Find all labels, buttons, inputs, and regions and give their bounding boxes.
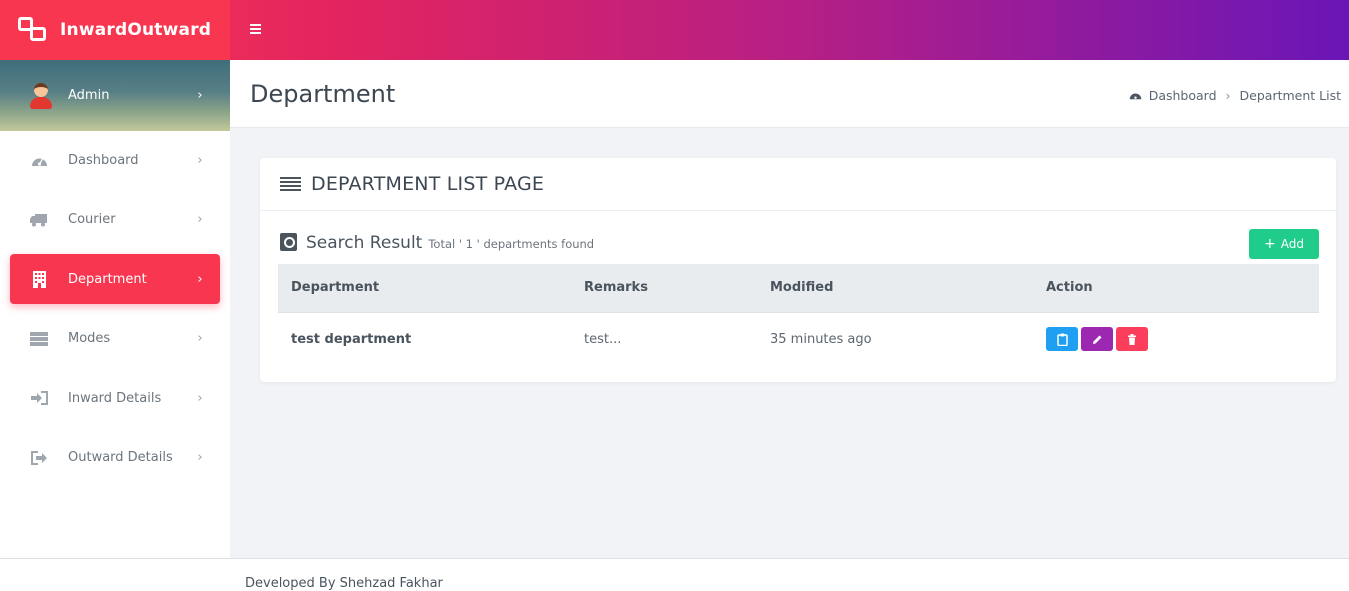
logo-icon [18, 17, 48, 43]
user-panel[interactable]: Admin › [0, 60, 230, 131]
table-header-row: Department Remarks Modified Action [278, 264, 1319, 312]
cell-department: test department [291, 331, 412, 347]
view-button[interactable] [1046, 327, 1078, 352]
column-header-action: Action [1046, 280, 1093, 296]
chevron-right-icon: › [197, 331, 203, 346]
column-header-remarks: Remarks [584, 280, 648, 296]
breadcrumb-separator-icon: › [1225, 88, 1231, 103]
sidebar-nav: Dashboard › Courier › Department › Modes… [0, 135, 230, 483]
content-header: Department Dashboard › Department List [230, 60, 1349, 128]
search-result-title: Search Result [306, 233, 423, 253]
truck-icon [30, 211, 48, 229]
top-navbar: InwardOutward [0, 0, 1349, 60]
column-header-modified: Modified [770, 280, 834, 296]
table-row: test department test... 35 minutes ago [278, 312, 1319, 366]
dashboard-icon [1129, 89, 1142, 103]
edit-button[interactable] [1081, 327, 1113, 352]
dashboard-icon [30, 151, 48, 169]
cell-modified: 35 minutes ago [770, 331, 872, 347]
sidebar-item-modes[interactable]: Modes › [10, 314, 220, 364]
add-button[interactable]: + Add [1249, 229, 1319, 259]
row-actions [1046, 327, 1319, 352]
column-header-department: Department [291, 280, 380, 296]
sign-in-icon [30, 389, 48, 407]
sidebar-item-label: Inward Details [68, 390, 162, 406]
breadcrumb-home-link[interactable]: Dashboard [1149, 88, 1217, 103]
sidebar-item-label: Dashboard [68, 152, 139, 168]
pencil-icon [1092, 335, 1101, 344]
clipboard-icon [1056, 333, 1068, 346]
plus-icon: + [1264, 236, 1276, 252]
add-button-label: Add [1280, 237, 1304, 251]
sidebar: Admin › Dashboard › Courier › Department… [0, 60, 230, 558]
building-icon [30, 270, 48, 288]
sidebar-item-courier[interactable]: Courier › [10, 195, 220, 245]
footer: Developed By Shehzad Fakhar [0, 558, 1349, 591]
sidebar-item-label: Outward Details [68, 450, 173, 465]
chevron-right-icon: › [197, 390, 203, 406]
chevron-right-icon: › [197, 271, 203, 287]
card-header: DEPARTMENT LIST PAGE [260, 158, 1336, 211]
trash-icon [1128, 333, 1136, 345]
brand[interactable]: InwardOutward [0, 0, 230, 60]
search-result-heading: Search Result Total ' 1 ' departments fo… [280, 230, 594, 253]
sidebar-item-label: Courier [68, 212, 116, 227]
sidebar-item-inward-details[interactable]: Inward Details › [10, 373, 220, 423]
department-list-card: DEPARTMENT LIST PAGE Search Result Total… [260, 158, 1336, 382]
sidebar-item-label: Modes [68, 331, 111, 346]
sidebar-item-dashboard[interactable]: Dashboard › [10, 135, 220, 185]
list-icon [280, 176, 301, 192]
chevron-right-icon: › [197, 212, 203, 227]
search-result-count: Total ' 1 ' departments found [428, 237, 595, 251]
sign-out-icon [30, 449, 48, 467]
server-icon [30, 330, 48, 348]
file-search-icon [280, 233, 297, 251]
menu-toggle-icon[interactable] [250, 24, 262, 36]
delete-button[interactable] [1116, 327, 1148, 352]
department-table: Department Remarks Modified Action test … [278, 264, 1319, 366]
sidebar-item-outward-details[interactable]: Outward Details › [10, 433, 220, 483]
avatar [30, 82, 52, 109]
chevron-right-icon: › [197, 88, 203, 103]
card-title: DEPARTMENT LIST PAGE [311, 173, 545, 195]
chevron-right-icon: › [197, 450, 203, 465]
chevron-right-icon: › [197, 152, 203, 168]
sidebar-item-department[interactable]: Department › [10, 254, 220, 304]
breadcrumb: Dashboard › Department List [1129, 88, 1341, 103]
breadcrumb-current: Department List [1239, 88, 1341, 103]
page-title: Department [250, 80, 396, 108]
user-name: Admin [68, 88, 110, 103]
footer-credit: Developed By Shehzad Fakhar [245, 576, 443, 591]
cell-remarks: test... [584, 331, 622, 347]
brand-name: InwardOutward [60, 20, 212, 40]
cell-actions [1033, 312, 1319, 366]
sidebar-item-label: Department [68, 271, 147, 287]
